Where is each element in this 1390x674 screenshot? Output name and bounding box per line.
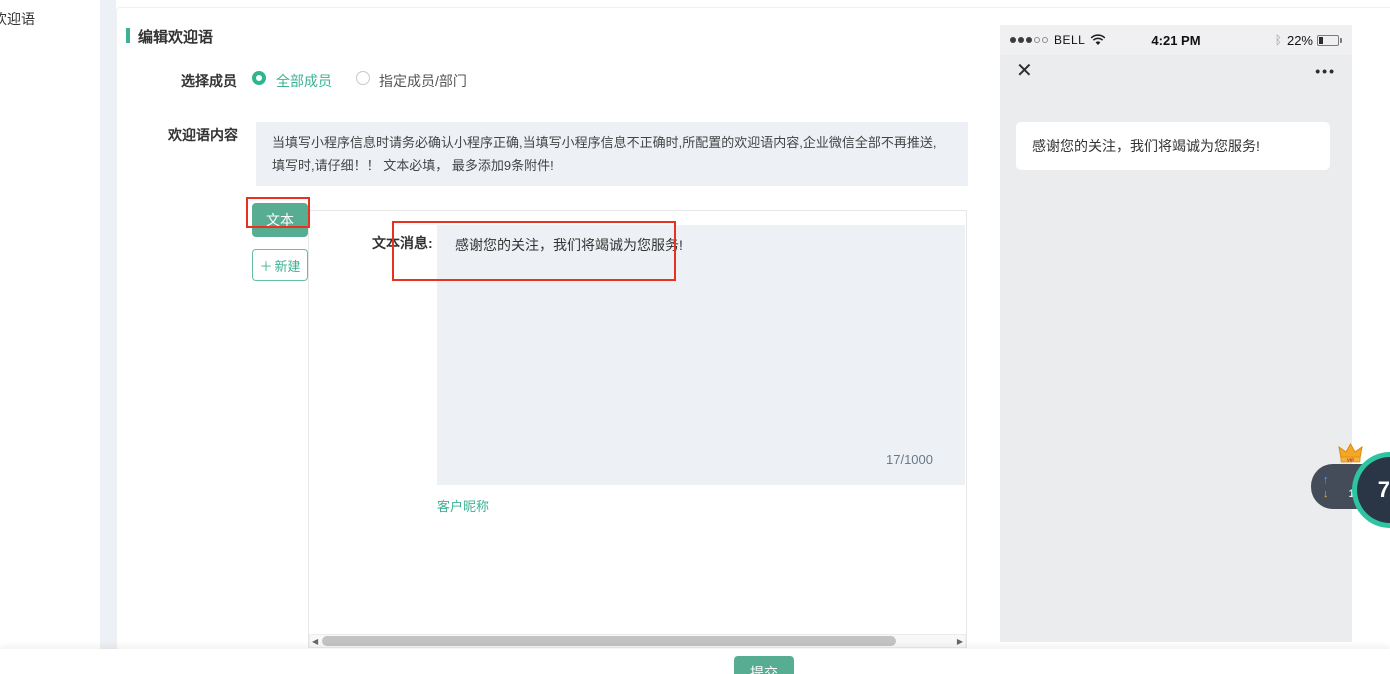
radio-specified-members-label[interactable]: 指定成员/部门: [379, 71, 467, 91]
battery-percent: 22%: [1287, 33, 1313, 48]
scrollbar-thumb[interactable]: [322, 636, 896, 646]
close-icon[interactable]: ✕: [1016, 58, 1033, 83]
vip-label: VIP: [1347, 458, 1354, 463]
screen: 欢迎语 编辑欢迎语 选择成员 全部成员 指定成员/部门 欢迎语内容 当填写小程序…: [0, 0, 1390, 674]
battery-icon: [1317, 35, 1342, 46]
upload-arrow-icon: ↑: [1323, 474, 1329, 486]
phone-status-bar: BELL 4:21 PM ᛒ 22%: [1000, 25, 1352, 55]
plus-icon: ＋: [259, 256, 272, 275]
scroll-right-arrow-icon[interactable]: ▶: [957, 636, 963, 647]
bluetooth-icon: ᛒ: [1275, 33, 1282, 47]
more-menu-icon[interactable]: •••: [1315, 63, 1336, 79]
vip-crown-icon: VIP: [1337, 443, 1364, 465]
title-accent-bar: [126, 28, 130, 43]
score-value: 70: [1378, 477, 1390, 503]
submit-button[interactable]: 提交: [734, 656, 794, 674]
phone-preview: BELL 4:21 PM ᛒ 22% ✕ ••• 感谢您的关注，我们将竭诚为您服…: [1000, 25, 1352, 642]
sidebar-item-welcome-message[interactable]: 欢迎语: [0, 9, 35, 29]
annotation-box-message: [392, 221, 676, 281]
member-select-label: 选择成员: [181, 71, 237, 91]
notice-line-1: 当填写小程序信息时请务必确认小程序正确,当填写小程序信息不正确时,所配置的欢迎语…: [272, 131, 952, 154]
annotation-box-tab: [246, 197, 310, 228]
radio-all-members[interactable]: [252, 71, 266, 85]
footer-bar: [0, 649, 1390, 674]
notice-box: 当填写小程序信息时请务必确认小程序正确,当填写小程序信息不正确时,所配置的欢迎语…: [256, 122, 968, 186]
add-new-label: 新建: [275, 256, 301, 275]
horizontal-scrollbar[interactable]: ◀ ▶: [309, 634, 966, 648]
chat-bubble: 感谢您的关注，我们将竭诚为您服务!: [1016, 122, 1330, 170]
scroll-left-arrow-icon[interactable]: ◀: [312, 636, 318, 647]
welcome-content-label: 欢迎语内容: [168, 125, 238, 145]
radio-all-members-label[interactable]: 全部成员: [276, 71, 332, 91]
notice-line-2: 填写时,请仔细！！ 文本必填， 最多添加9条附件!: [272, 154, 952, 177]
page-gutter: [100, 0, 116, 649]
page-title: 编辑欢迎语: [138, 26, 213, 47]
add-new-attachment-button[interactable]: ＋ 新建: [252, 249, 308, 281]
char-counter: 17/1000: [845, 452, 933, 467]
radio-specified-members[interactable]: [356, 71, 370, 85]
customer-nickname-link[interactable]: 客户昵称: [437, 496, 489, 515]
download-arrow-icon: ↓: [1323, 488, 1329, 500]
